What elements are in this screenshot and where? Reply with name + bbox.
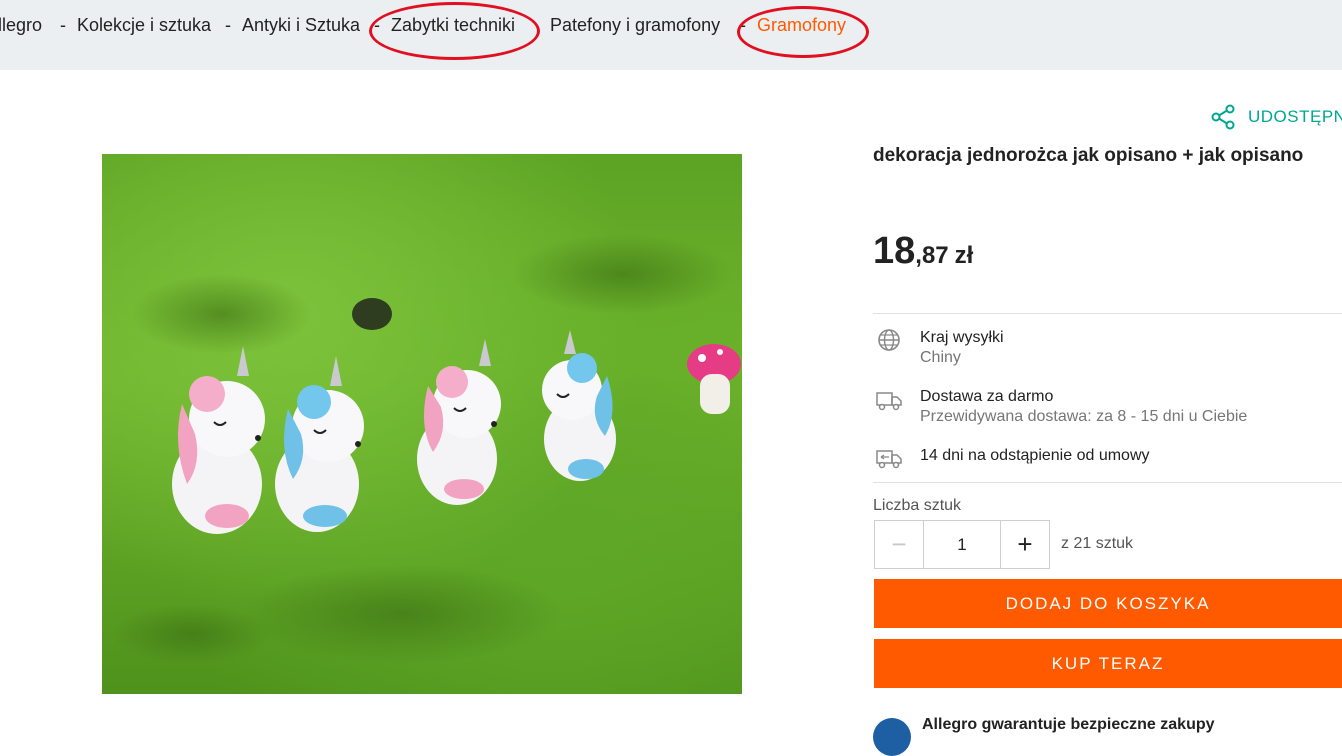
annotation-circle — [369, 2, 540, 60]
globe-icon — [878, 329, 900, 351]
add-to-cart-button[interactable]: DODAJ DO KOSZYKA — [874, 579, 1342, 628]
breadcrumb: llegro - Kolekcje i sztuka - Antyki i Sz… — [0, 0, 1342, 70]
shipping-country-value: Chiny — [920, 349, 961, 366]
breadcrumb-item-antyki[interactable]: Antyki i Sztuka — [242, 15, 360, 36]
decrease-quantity-button[interactable]: − — [875, 521, 924, 568]
price-integer: 18 — [873, 230, 916, 272]
returns-label: 14 dni na odstąpienie od umowy — [920, 447, 1150, 464]
shipping-country-label: Kraj wysyłki — [920, 329, 1004, 346]
breadcrumb-item-allegro[interactable]: llegro — [0, 15, 42, 36]
quantity-stepper: − 1 + — [874, 520, 1050, 569]
product-image[interactable] — [102, 154, 742, 694]
return-truck-icon — [876, 450, 902, 469]
truck-icon — [876, 392, 902, 411]
breadcrumb-separator: - — [60, 15, 66, 35]
breadcrumb-separator: - — [225, 15, 231, 35]
quantity-label: Liczba sztuk — [873, 497, 962, 514]
share-icon — [1211, 104, 1235, 130]
price-currency: zł — [954, 242, 974, 269]
breadcrumb-item-patefony[interactable]: Patefony i gramofony — [550, 15, 720, 36]
product-title: dekoracja jednorożca jak opisano + jak o… — [873, 145, 1304, 166]
price-decimal: ,87 — [915, 242, 949, 269]
delivery-estimate: Przewidywana dostawa: za 8 - 15 dni u Ci… — [920, 408, 1248, 425]
share-label: UDOSTĘPN — [1248, 107, 1342, 126]
share-button[interactable]: UDOSTĘPN — [1210, 104, 1342, 130]
breadcrumb-item-kolekcje[interactable]: Kolekcje i sztuka — [77, 15, 211, 36]
delivery-label: Dostawa za darmo — [920, 388, 1054, 405]
minus-icon: − — [891, 529, 907, 559]
product-price: 18,87 zł — [873, 230, 973, 273]
shield-icon — [873, 718, 911, 756]
guarantee-text: Allegro gwarantuje bezpieczne zakupy — [922, 716, 1215, 733]
quantity-input[interactable]: 1 — [924, 521, 1000, 568]
annotation-circle — [737, 6, 869, 58]
buy-now-button[interactable]: KUP TERAZ — [874, 639, 1342, 688]
stock-count: z 21 sztuk — [1061, 535, 1134, 552]
plus-icon: + — [1017, 529, 1033, 559]
divider — [873, 482, 1342, 483]
increase-quantity-button[interactable]: + — [1000, 521, 1049, 568]
divider — [873, 313, 1342, 314]
unicorn-figurines-illustration — [112, 234, 741, 664]
